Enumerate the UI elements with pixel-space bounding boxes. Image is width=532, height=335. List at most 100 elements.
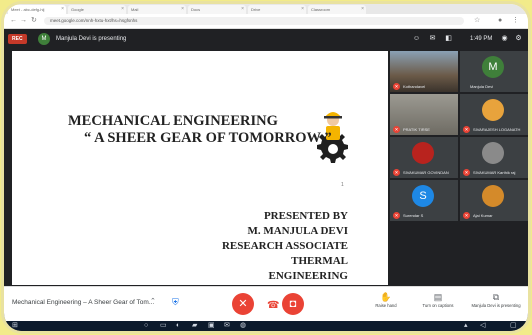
browser-tab[interactable]: Classroom ×: [308, 5, 366, 14]
participant-avatar: M: [482, 56, 504, 78]
participant-name: Ajai Kumar: [473, 213, 493, 218]
mic-off-icon: ✕: [393, 212, 400, 219]
tab-label: Docs: [191, 7, 201, 12]
presenter-role: RESEARCH ASSOCIATE: [221, 240, 348, 252]
screen-frame: Meet - abc-defg-hij × Google × Mail × Docs ×…: [4, 4, 528, 331]
mic-off-icon: ✕: [393, 83, 400, 90]
participant-avatar: [482, 99, 504, 121]
volume-icon[interactable]: ◁: [480, 322, 485, 330]
browser-tab-strip: Meet - abc-defg-hij × Google × Mail × Docs ×…: [4, 4, 528, 14]
folder-icon[interactable]: ▰: [192, 322, 197, 330]
presenter-details: PRESENTED BY M. MANJULA DEVI RESEARCH AS…: [216, 209, 348, 284]
participant-name: SIVAKUMAR Karthik raj: [473, 170, 516, 175]
raise-hand-button[interactable]: ✋ Raise hand: [366, 291, 406, 308]
presenter-avatar: M: [38, 33, 50, 45]
camera-toggle-button[interactable]: ◘: [282, 293, 304, 315]
participant-tile[interactable]: ✕ SIVAKUMAR Karthik raj: [460, 137, 528, 178]
hand-icon: ✋: [380, 292, 392, 302]
mail-icon[interactable]: ✉: [224, 322, 230, 330]
clock: 1:49 PM: [470, 36, 493, 42]
close-icon[interactable]: ×: [361, 5, 364, 14]
participant-tile[interactable]: ✕ Kothandavel: [390, 51, 458, 92]
os-taskbar: ⊞ ○ ▭ ◐ ▰ ▣ ✉ ◍ ▴ ◁ ▢: [4, 321, 528, 331]
close-icon[interactable]: ×: [121, 5, 124, 14]
camera-off-icon: ◘: [289, 298, 297, 310]
shield-icon[interactable]: ⛨: [172, 297, 181, 307]
tab-label: Classroom: [311, 7, 331, 12]
mic-off-icon: ✕: [463, 212, 470, 219]
store-icon[interactable]: ▣: [208, 322, 215, 330]
tab-label: Drive: [251, 7, 261, 12]
forward-icon[interactable]: →: [20, 17, 27, 25]
profile-icon[interactable]: ●: [498, 17, 502, 25]
activities-icon[interactable]: ◧: [444, 34, 453, 43]
meet-window: REC M Manjula Devi is presenting ☺ ✉ ◧ 1…: [4, 29, 528, 331]
reload-icon[interactable]: ↻: [31, 17, 37, 25]
participant-name: Surendar S: [403, 213, 424, 218]
captions-label: Turn on captions: [422, 303, 454, 308]
participant-tile[interactable]: S ✕ Surendar S: [390, 180, 458, 221]
url-field[interactable]: meet.google.com/nnh-hxtu-hxt/hs=hsgfsnhs: [44, 17, 464, 25]
back-icon[interactable]: ←: [10, 17, 17, 25]
chrome-icon[interactable]: ◍: [240, 322, 246, 330]
close-icon[interactable]: ×: [301, 5, 304, 14]
edge-icon[interactable]: ◐: [176, 322, 180, 330]
people-icon[interactable]: ☺: [412, 34, 421, 43]
account-icon[interactable]: ◉: [500, 34, 509, 43]
start-icon[interactable]: ⊞: [12, 322, 18, 330]
participant-tile[interactable]: ✕ SIVARAJESH LOGANATH: [460, 94, 528, 135]
browser-tab[interactable]: Docs ×: [188, 5, 246, 14]
browser-tab[interactable]: Meet - abc-defg-hij ×: [8, 5, 66, 14]
participant-name: SIVARAJESH LOGANATH: [473, 127, 521, 132]
close-icon[interactable]: ×: [241, 5, 244, 14]
participant-tile[interactable]: ✕ PRATIK TIRSE: [390, 94, 458, 135]
participant-tile[interactable]: M Manjula Devi: [460, 51, 528, 92]
presenter-dept: THERMAL ENGINEERING: [268, 255, 348, 282]
browser-tab[interactable]: Mail ×: [128, 5, 186, 14]
meeting-title[interactable]: Mechanical Engineering – A Sheer Gear of…: [12, 299, 154, 306]
hang-up-button[interactable]: ☎: [267, 300, 279, 311]
settings-icon[interactable]: ⚙: [514, 34, 523, 43]
present-icon: ⧉: [492, 292, 500, 302]
mic-off-icon: ✕: [238, 298, 248, 310]
participant-avatar: [482, 185, 504, 207]
presentation-slide: 1 MECHANICAL ENGINEERING “ A SHEER GEAR …: [12, 51, 388, 298]
participant-avatar: [412, 142, 434, 164]
tab-label: Google: [71, 7, 84, 12]
present-now-button[interactable]: ⧉ Manjula Devi is presenting: [470, 291, 522, 308]
tab-label: Meet - abc-defg-hij: [11, 7, 45, 12]
star-icon[interactable]: ☆: [474, 17, 480, 25]
menu-icon[interactable]: ⋮: [512, 17, 519, 25]
browser-tab[interactable]: Google ×: [68, 5, 126, 14]
network-icon[interactable]: ▴: [464, 322, 468, 330]
participant-name: Manjula Devi: [470, 84, 494, 89]
browser-tab[interactable]: Drive ×: [248, 5, 306, 14]
search-icon[interactable]: ○: [144, 322, 148, 330]
participant-tile[interactable]: ✕ SIVAKUMAR GOVINDAN: [390, 137, 458, 178]
recording-badge: REC: [8, 34, 27, 44]
address-bar-row: ← → ↻ meet.google.com/nnh-hxtu-hxt/hs=hs…: [4, 14, 528, 29]
participant-avatar: [482, 142, 504, 164]
mic-off-icon: ✕: [463, 126, 470, 133]
presented-by: PRESENTED BY: [263, 210, 348, 222]
captions-button[interactable]: ▤ Turn on captions: [418, 291, 458, 308]
slide-title-line1: MECHANICAL ENGINEERING: [68, 113, 278, 129]
participant-avatar: S: [412, 185, 434, 207]
raise-hand-label: Raise hand: [375, 303, 397, 308]
task-view-icon[interactable]: ▭: [160, 322, 167, 330]
mic-toggle-button[interactable]: ✕: [232, 293, 254, 315]
participant-name: PRATIK TIRSE: [403, 127, 430, 132]
chat-icon[interactable]: ✉: [428, 34, 437, 43]
mic-off-icon: ✕: [393, 126, 400, 133]
tab-label: Mail: [131, 7, 139, 12]
close-icon[interactable]: ×: [181, 5, 184, 14]
participant-name: SIVAKUMAR GOVINDAN: [403, 170, 449, 175]
slide-page-mark: 1: [341, 182, 344, 188]
captions-icon: ▤: [433, 292, 443, 302]
notification-icon[interactable]: ▢: [510, 322, 517, 330]
presenting-status: Manjula Devi is presenting: [56, 36, 127, 42]
meeting-controls-bar: Mechanical Engineering – A Sheer Gear of…: [4, 286, 528, 322]
participant-tile[interactable]: ✕ Ajai Kumar: [460, 180, 528, 221]
close-icon[interactable]: ×: [61, 5, 64, 14]
chevron-up-icon[interactable]: ⌃: [150, 297, 156, 305]
